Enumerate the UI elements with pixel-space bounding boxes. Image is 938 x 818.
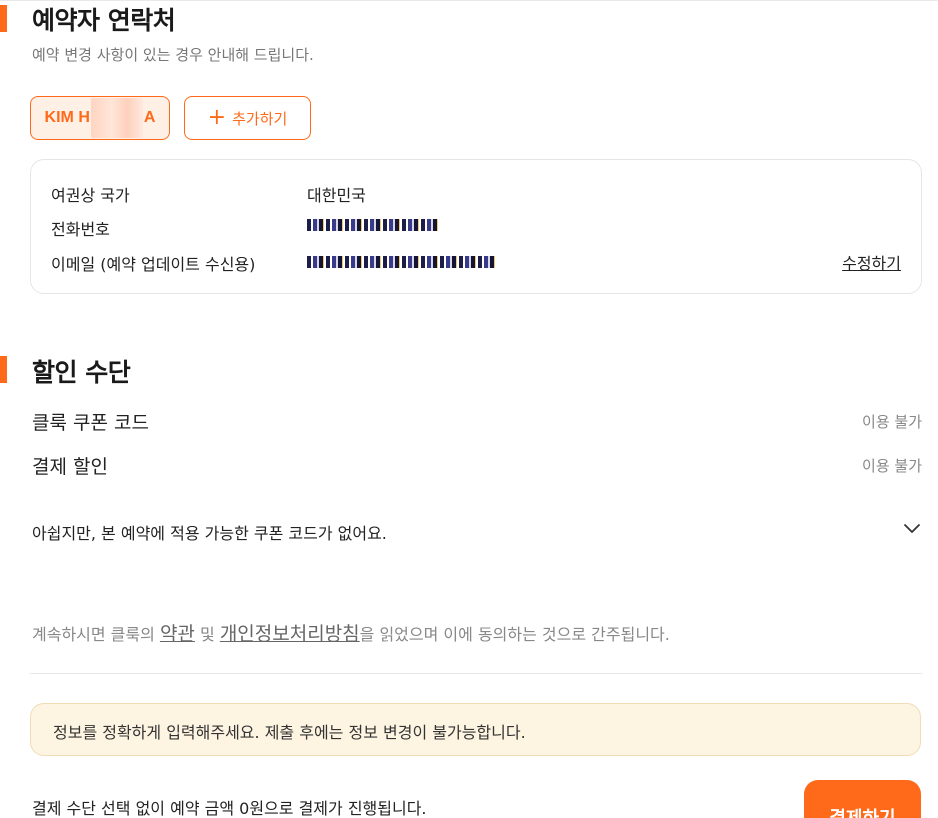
section-accent-bar — [0, 356, 7, 383]
payment-note: 결제 수단 선택 없이 예약 금액 0원으로 결제가 진행됩니다. — [32, 799, 427, 818]
payment-discount-status: 이용 불가 — [862, 457, 922, 475]
booking-page: 예약자 연락처 예약 변경 사항이 있는 경우 안내해 드립니다. KIM H A… — [0, 0, 938, 818]
terms-text: 계속하시면 클룩의 약관 및 개인정보처리방침을 읽었으며 이에 동의하는 것으… — [32, 619, 670, 646]
coupon-code-label: 클룩 쿠폰 코드 — [32, 412, 149, 434]
terms-suffix: 을 읽었으며 이에 동의하는 것으로 간주됩니다. — [359, 625, 670, 644]
payment-discount-label: 결제 할인 — [32, 456, 108, 478]
phone-label: 전화번호 — [51, 220, 110, 239]
contact-section-subtitle: 예약 변경 사항이 있는 경우 안내해 드립니다. — [32, 46, 314, 64]
section-accent-bar — [0, 5, 7, 32]
terms-prefix: 계속하시면 클룩의 — [32, 625, 160, 644]
pay-button[interactable]: 결제하기 — [804, 780, 921, 818]
privacy-policy-link[interactable]: 개인정보처리방침 — [220, 623, 360, 645]
terms-middle: 및 — [194, 625, 220, 644]
redacted-phone — [307, 219, 439, 231]
email-label: 이메일 (예약 업데이트 수신용) — [51, 255, 256, 274]
country-value: 대한민국 — [307, 186, 366, 205]
coupon-message-row[interactable]: 아쉽지만, 본 예약에 적용 가능한 쿠폰 코드가 없어요. — [32, 517, 922, 545]
add-traveler-label: 추가하기 — [232, 109, 288, 128]
coupon-code-status: 이용 불가 — [862, 413, 922, 431]
traveler-chip[interactable]: KIM H A — [30, 96, 170, 140]
edit-contact-link[interactable]: 수정하기 — [842, 250, 901, 274]
contact-section-title: 예약자 연락처 — [32, 6, 176, 35]
redacted-name — [90, 98, 143, 138]
chevron-down-icon[interactable] — [902, 519, 922, 539]
divider — [30, 673, 922, 674]
contact-info-card: 여권상 국가 대한민국 전화번호 이메일 (예약 업데이트 수신용) 수정하기 — [30, 159, 922, 294]
redacted-email — [307, 256, 497, 268]
add-traveler-button[interactable]: + 추가하기 — [184, 96, 311, 140]
coupon-code-row[interactable]: 클룩 쿠폰 코드 이용 불가 — [32, 408, 922, 436]
discount-section-title: 할인 수단 — [32, 358, 131, 387]
coupon-message: 아쉽지만, 본 예약에 적용 가능한 쿠폰 코드가 없어요. — [32, 524, 387, 543]
traveler-name-prefix: KIM H — [44, 109, 90, 126]
plus-icon: + — [207, 105, 227, 130]
country-label: 여권상 국가 — [51, 186, 130, 205]
notice-banner: 정보를 정확하게 입력해주세요. 제출 후에는 정보 변경이 불가능합니다. — [30, 703, 921, 756]
terms-link[interactable]: 약관 — [160, 623, 195, 645]
traveler-name-suffix: A — [143, 109, 156, 126]
payment-discount-row[interactable]: 결제 할인 이용 불가 — [32, 452, 922, 480]
